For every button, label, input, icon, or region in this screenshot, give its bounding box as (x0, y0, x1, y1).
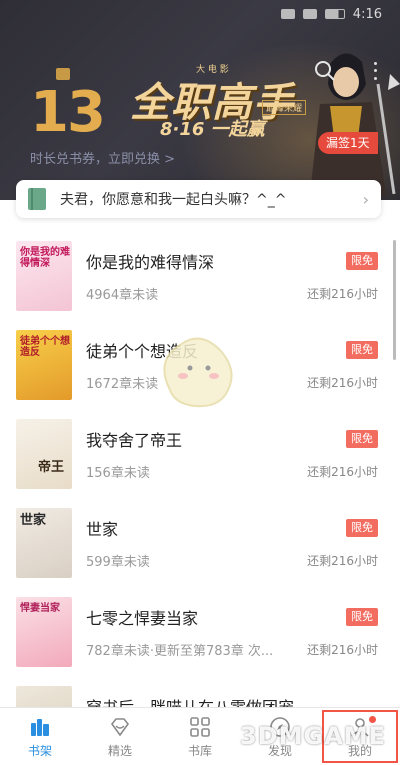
time-remaining: 还剩216小时 (307, 554, 378, 568)
list-scrollbar[interactable] (393, 240, 396, 360)
nav-library[interactable]: 书库 (160, 708, 240, 765)
book-meta: 782章未读·更新至第783章 次... (86, 644, 274, 659)
time-remaining: 还剩216小时 (307, 287, 378, 301)
nav-bookshelf[interactable]: 书架 (0, 708, 80, 765)
book-title: 我夺舍了帝王 (86, 431, 183, 450)
book-title: 世家 (86, 520, 119, 539)
nav-label: 精选 (107, 743, 132, 758)
bookshelf-icon (31, 718, 49, 736)
battery-icon (324, 9, 345, 19)
book-cover: 帝王 (16, 419, 72, 489)
cover-title: 世家 (20, 513, 47, 528)
chevron-right-icon: › (362, 189, 369, 209)
signal-icon (280, 9, 295, 19)
free-badge: 限免 (346, 430, 378, 448)
free-badge: 限免 (346, 519, 378, 537)
book-title: 你是我的难得情深 (86, 253, 215, 272)
more-icon[interactable] (368, 60, 382, 82)
diamond-icon (110, 717, 130, 736)
nav-label: 书库 (187, 743, 212, 758)
watermark-logo: 3DMGAME (240, 722, 387, 750)
status-time: 4:16 (352, 6, 382, 22)
book-meta: 156章未读 (86, 466, 150, 481)
time-remaining: 还剩216小时 (307, 376, 378, 390)
signin-badge[interactable]: 漏签1天 (318, 132, 378, 154)
book-title: 七零之悍妻当家 (86, 609, 199, 628)
search-icon[interactable] (314, 60, 336, 82)
cover-title: 悍妻当家 (20, 603, 60, 614)
message-text: 夫君，你愿意和我一起白头嘛？^_^ (60, 192, 287, 208)
free-badge: 限免 (346, 341, 378, 359)
book-cover: 世家 (16, 508, 72, 578)
book-cover: 悍妻当家 (16, 597, 72, 667)
cover-title: 帝王 (38, 460, 65, 475)
character-illustration (310, 53, 400, 194)
time-remaining: 还剩216小时 (307, 465, 378, 479)
grid-icon (190, 716, 210, 737)
time-remaining: 还剩216小时 (307, 643, 378, 657)
book-row[interactable]: 帝王 我夺舍了帝王 156章未读 限免 还剩216小时 (0, 413, 400, 502)
nav-featured[interactable]: 精选 (80, 708, 160, 765)
mascot-watermark-icon (163, 337, 233, 408)
book-meta: 599章未读 (86, 555, 150, 570)
book-meta: 1672章未读 (86, 377, 159, 392)
book-list: 你是我的难得情深 你是我的难得情深 4964章未读 限免 还剩216小时 徒弟个… (0, 235, 400, 765)
promo-caption[interactable]: 时长兑书券，立即兑换 > (30, 148, 175, 167)
promo-date: 8·16 一起赢 (160, 119, 265, 140)
message-strip[interactable]: 夫君，你愿意和我一起白头嘛？^_^ › (16, 180, 381, 218)
book-cover: 你是我的难得情深 (16, 241, 72, 311)
cover-title: 你是我的难得情深 (20, 247, 70, 269)
promo-number: 13 (30, 80, 106, 145)
book-cover: 徒弟个个想造反 (16, 330, 72, 400)
wifi-icon (302, 9, 317, 19)
free-badge: 限免 (346, 252, 378, 270)
book-meta: 4964章未读 (86, 288, 159, 303)
free-badge: 限免 (346, 608, 378, 626)
gift-icon (56, 68, 70, 80)
promo-banner[interactable]: 4:16 13 大 电 影 全职高手 巅峰荣耀 8·16 一起赢 时长兑书券，立… (0, 0, 400, 200)
book-row[interactable]: 世家 世家 599章未读 限免 还剩216小时 (0, 502, 400, 591)
status-bar: 4:16 (0, 0, 400, 28)
cover-title: 徒弟个个想造反 (20, 336, 70, 358)
book-row[interactable]: 悍妻当家 七零之悍妻当家 782章未读·更新至第783章 次... 限免 还剩2… (0, 591, 400, 680)
book-icon (28, 188, 46, 210)
nav-label: 书架 (27, 743, 52, 758)
book-row[interactable]: 你是我的难得情深 你是我的难得情深 4964章未读 限免 还剩216小时 (0, 235, 400, 324)
